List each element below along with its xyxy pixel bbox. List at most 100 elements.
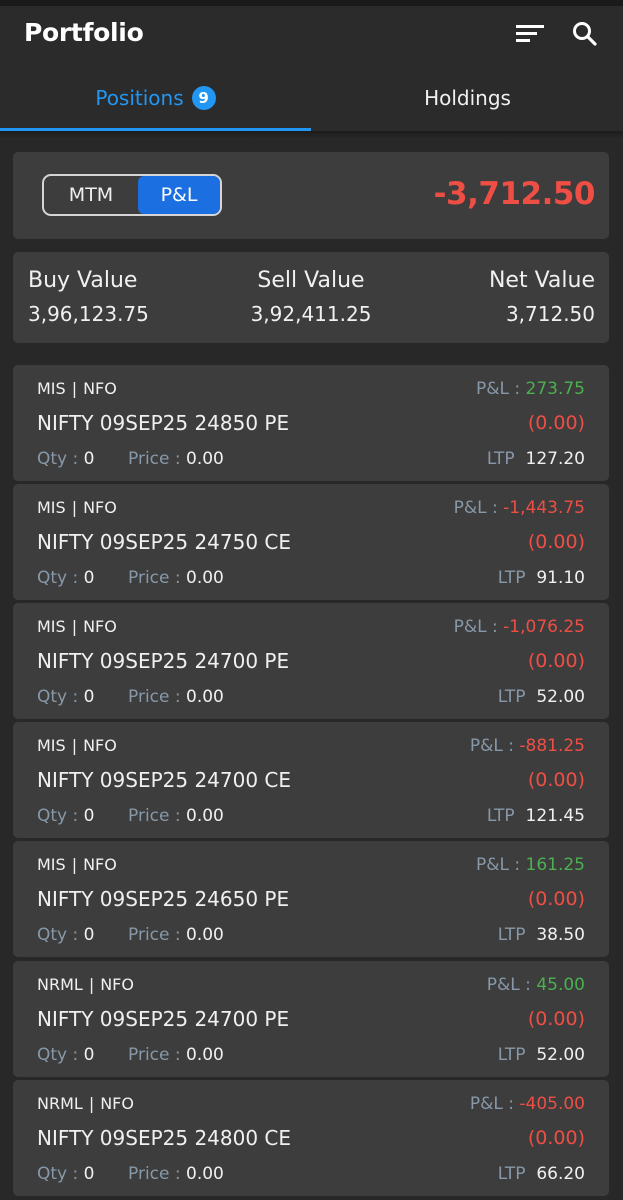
qty-value: 0 <box>83 568 95 588</box>
values-summary-card: Buy Value 3,96,123.75 Sell Value 3,92,41… <box>13 252 609 343</box>
ltp-label: LTP <box>486 806 515 826</box>
pnl-label: P&L : <box>469 1094 514 1114</box>
instrument-symbol: NIFTY 09SEP25 24800 CE <box>37 1126 292 1150</box>
position-pnl: P&L : -1,443.75 <box>454 498 585 518</box>
exchange: NFO <box>83 617 117 636</box>
position-row[interactable]: MIS | NFO P&L : 273.75 NIFTY 09SEP25 24850 P… <box>13 365 609 481</box>
position-row[interactable]: NRML | NFO P&L : 45.00 NIFTY 09SEP25 24700 P… <box>13 961 609 1077</box>
ltp-label: LTP <box>497 1164 526 1184</box>
avg-price: Price : 0.00 <box>128 1045 224 1065</box>
sort-icon[interactable] <box>515 20 545 52</box>
price-label: Price : <box>128 687 181 707</box>
last-traded-price: LTP 121.45 <box>487 806 585 826</box>
last-traded-price: LTP 38.50 <box>498 925 585 945</box>
last-traded-price: LTP 52.00 <box>498 1045 585 1065</box>
separator: | <box>71 379 78 398</box>
product-exchange: MIS | NFO <box>37 617 117 636</box>
tabs-shadow <box>0 131 623 139</box>
product-exchange: MIS | NFO <box>37 498 117 517</box>
pnl-label: P&L : <box>469 736 514 756</box>
position-row[interactable]: MIS | NFO P&L : -1,443.75 NIFTY 09SEP25 2475… <box>13 484 609 600</box>
ltp-label: LTP <box>497 925 526 945</box>
separator: | <box>88 975 95 994</box>
ltp-value: 52.00 <box>536 687 585 707</box>
page-title: Portfolio <box>24 18 144 47</box>
exchange: NFO <box>83 498 117 517</box>
quantity: Qty : 0 <box>37 687 94 707</box>
tab-positions[interactable]: Positions 9 <box>0 64 311 132</box>
product-exchange: MIS | NFO <box>37 736 117 755</box>
tab-holdings[interactable]: Holdings <box>312 64 623 132</box>
change-value: (0.00) <box>527 888 585 910</box>
instrument-symbol: NIFTY 09SEP25 24650 PE <box>37 887 290 911</box>
position-row[interactable]: NRML | NFO P&L : -405.00 NIFTY 09SEP25 24800… <box>13 1080 609 1196</box>
mtm-option[interactable]: MTM <box>44 176 138 214</box>
exchange: NFO <box>100 975 134 994</box>
price-value: 0.00 <box>186 1045 224 1065</box>
tab-positions-label: Positions <box>95 86 184 110</box>
position-pnl: P&L : 273.75 <box>476 379 585 399</box>
change-value: (0.00) <box>527 650 585 672</box>
qty-label: Qty : <box>37 687 79 707</box>
price-label: Price : <box>128 925 181 945</box>
quantity: Qty : 0 <box>37 568 94 588</box>
price-label: Price : <box>128 1164 181 1184</box>
instrument-symbol: NIFTY 09SEP25 24700 CE <box>37 768 292 792</box>
ltp-label: LTP <box>497 1045 526 1065</box>
qty-label: Qty : <box>37 806 79 826</box>
qty-label: Qty : <box>37 1045 79 1065</box>
app-header: Portfolio <box>0 6 623 64</box>
position-row[interactable]: MIS | NFO P&L : -1,076.25 NIFTY 09SEP25 2470… <box>13 603 609 719</box>
change-value: (0.00) <box>527 1008 585 1030</box>
instrument-symbol: NIFTY 09SEP25 24700 PE <box>37 1007 290 1031</box>
avg-price: Price : 0.00 <box>128 925 224 945</box>
price-label: Price : <box>128 568 181 588</box>
product-exchange: NRML | NFO <box>37 975 134 994</box>
product-exchange: MIS | NFO <box>37 379 117 398</box>
position-row[interactable]: MIS | NFO P&L : -881.25 NIFTY 09SEP25 24700 … <box>13 722 609 838</box>
qty-value: 0 <box>83 687 95 707</box>
product-type: MIS <box>37 736 66 755</box>
ltp-value: 66.20 <box>536 1164 585 1184</box>
search-icon[interactable] <box>571 20 599 52</box>
last-traded-price: LTP 127.20 <box>487 449 585 469</box>
pnl-value: -881.25 <box>519 736 585 756</box>
position-pnl: P&L : 161.25 <box>476 855 585 875</box>
qty-label: Qty : <box>37 1164 79 1184</box>
portfolio-tabs: Positions 9 Holdings <box>0 64 623 132</box>
pnl-label: P&L : <box>475 379 521 399</box>
quantity: Qty : 0 <box>37 1045 94 1065</box>
position-row[interactable]: MIS | NFO P&L : 161.25 NIFTY 09SEP25 24650 P… <box>13 841 609 957</box>
quantity: Qty : 0 <box>37 925 94 945</box>
tab-holdings-label: Holdings <box>424 86 511 110</box>
ltp-value: 38.50 <box>536 925 585 945</box>
last-traded-price: LTP 91.10 <box>498 568 585 588</box>
separator: | <box>71 855 78 874</box>
avg-price: Price : 0.00 <box>128 1164 224 1184</box>
last-traded-price: LTP 66.20 <box>498 1164 585 1184</box>
pnl-label: P&L : <box>475 855 521 875</box>
price-label: Price : <box>128 449 181 469</box>
pnl-value: 161.25 <box>525 855 585 875</box>
product-type: MIS <box>37 498 66 517</box>
product-type: MIS <box>37 617 66 636</box>
quantity: Qty : 0 <box>37 1164 94 1184</box>
change-value: (0.00) <box>527 1127 585 1149</box>
pnl-option[interactable]: P&L <box>138 176 220 214</box>
pnl-label: P&L : <box>486 975 531 995</box>
price-value: 0.00 <box>186 806 224 826</box>
pnl-label: P&L : <box>453 498 498 518</box>
qty-value: 0 <box>83 449 95 469</box>
product-type: NRML <box>37 1094 83 1113</box>
quantity: Qty : 0 <box>37 806 94 826</box>
ltp-value: 121.45 <box>525 806 585 826</box>
qty-value: 0 <box>83 925 95 945</box>
change-value: (0.00) <box>527 412 585 434</box>
pnl-summary-card: MTM P&L -3,712.50 <box>13 152 609 239</box>
avg-price: Price : 0.00 <box>128 687 224 707</box>
ltp-value: 52.00 <box>536 1045 585 1065</box>
ltp-value: 91.10 <box>536 568 585 588</box>
qty-label: Qty : <box>37 925 79 945</box>
avg-price: Price : 0.00 <box>128 806 224 826</box>
qty-label: Qty : <box>37 449 79 469</box>
